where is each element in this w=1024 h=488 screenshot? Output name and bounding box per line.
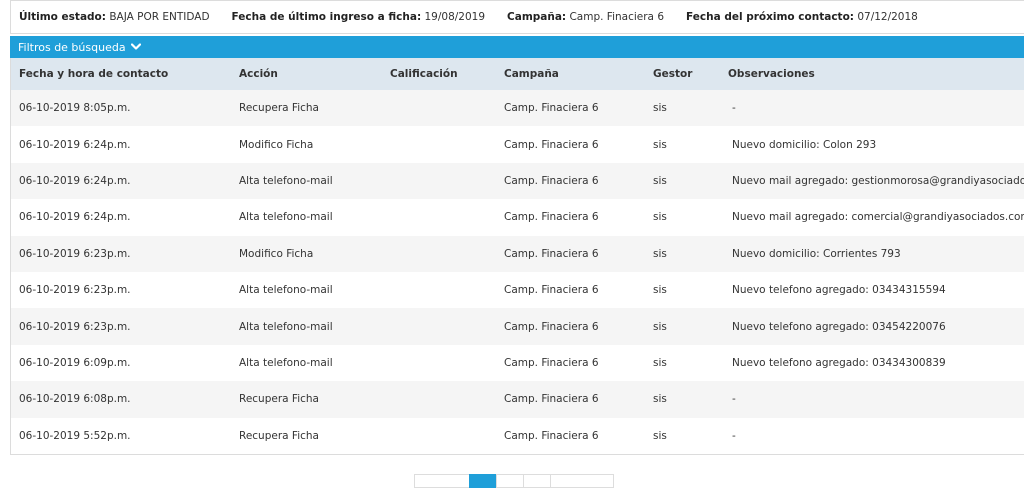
contact-history-table-wrapper: Fecha y hora de contacto Acción Califica… — [10, 58, 1024, 455]
table-row[interactable]: 06-10-2019 6:09p.m. Alta telefono-mail Cam… — [11, 344, 1024, 382]
cell-observaciones: - — [732, 102, 736, 115]
cell-fecha: 06-10-2019 6:24p.m. — [19, 211, 131, 224]
cell-calificacion — [382, 308, 496, 344]
cell-accion: Alta telefono-mail — [239, 320, 333, 333]
column-header-calificacion[interactable]: Calificación — [382, 58, 496, 90]
cell-fecha: 06-10-2019 6:09p.m. — [19, 356, 131, 369]
cell-campana: Camp. Finaciera 6 — [504, 356, 599, 369]
cell-gestor: sis — [653, 320, 667, 333]
cell-observaciones: Nuevo telefono agregado: 03434300839 — [732, 356, 946, 369]
table-row[interactable]: 06-10-2019 8:05p.m. Recupera Ficha Camp. F… — [11, 90, 1024, 127]
cell-fecha: 06-10-2019 6:23p.m. — [19, 320, 131, 333]
column-header-accion[interactable]: Acción — [231, 58, 382, 90]
cell-accion: Recupera Ficha — [239, 102, 319, 115]
cell-gestor: sis — [653, 393, 667, 406]
column-header-gestor[interactable]: Gestor — [645, 58, 720, 90]
cell-campana: Camp. Finaciera 6 — [504, 102, 599, 115]
table-body: 06-10-2019 8:05p.m. Recupera Ficha Camp. F… — [11, 90, 1024, 454]
cell-calificacion — [382, 345, 496, 381]
cell-gestor: sis — [653, 102, 667, 115]
cell-campana: Camp. Finaciera 6 — [504, 284, 599, 297]
cell-calificacion — [382, 236, 496, 272]
table-row[interactable]: 06-10-2019 6:24p.m. Alta telefono-mail Cam… — [11, 162, 1024, 200]
cell-gestor: sis — [653, 284, 667, 297]
cell-gestor: sis — [653, 356, 667, 369]
cell-accion: Modifico Ficha — [239, 247, 314, 260]
cell-calificacion — [382, 126, 496, 162]
cell-fecha: 06-10-2019 6:24p.m. — [19, 138, 131, 151]
history-panel: Último estado: BAJA POR ENTIDAD Fecha de… — [10, 0, 1024, 488]
pagination — [414, 474, 614, 488]
cell-observaciones: - — [732, 429, 736, 442]
cell-calificacion — [382, 418, 496, 454]
search-filters-toggle[interactable]: Filtros de búsqueda — [10, 36, 1024, 58]
cell-fecha: 06-10-2019 6:23p.m. — [19, 247, 131, 260]
cell-accion: Alta telefono-mail — [239, 284, 333, 297]
cell-accion: Alta telefono-mail — [239, 211, 333, 224]
cell-accion: Alta telefono-mail — [239, 174, 333, 187]
pagination-page-button[interactable] — [523, 474, 550, 488]
cell-gestor: sis — [653, 138, 667, 151]
pagination-page-current[interactable] — [469, 474, 496, 488]
cell-gestor: sis — [653, 174, 667, 187]
table-header-row: Fecha y hora de contacto Acción Califica… — [11, 58, 1024, 90]
status-ultimo-ingreso: Fecha de último ingreso a ficha: 19/08/2… — [231, 11, 486, 23]
column-header-observaciones[interactable]: Observaciones — [720, 58, 1024, 90]
cell-campana: Camp. Finaciera 6 — [504, 247, 599, 260]
cell-gestor: sis — [653, 247, 667, 260]
cell-campana: Camp. Finaciera 6 — [504, 174, 599, 187]
cell-gestor: sis — [653, 211, 667, 224]
cell-calificacion — [382, 90, 496, 126]
table-row[interactable]: 06-10-2019 6:24p.m. Modifico Ficha Camp. F… — [11, 126, 1024, 163]
cell-fecha: 06-10-2019 6:08p.m. — [19, 393, 131, 406]
table-row[interactable]: 06-10-2019 6:23p.m. Alta telefono-mail Cam… — [11, 308, 1024, 345]
cell-fecha: 06-10-2019 6:23p.m. — [19, 284, 131, 297]
cell-campana: Camp. Finaciera 6 — [504, 320, 599, 333]
cell-calificacion — [382, 163, 496, 199]
cell-fecha: 06-10-2019 8:05p.m. — [19, 102, 131, 115]
cell-observaciones: Nuevo domicilio: Colon 293 — [732, 138, 877, 151]
cell-campana: Camp. Finaciera 6 — [504, 393, 599, 406]
cell-observaciones: Nuevo mail agregado: comercial@grandiyas… — [732, 211, 1024, 224]
status-estado: Último estado: BAJA POR ENTIDAD — [19, 11, 210, 23]
table-row[interactable]: 06-10-2019 6:23p.m. Modifico Ficha Camp. F… — [11, 235, 1024, 272]
cell-calificacion — [382, 199, 496, 235]
status-proximo-contacto: Fecha del próximo contacto: 07/12/2018 — [686, 11, 918, 23]
cell-accion: Recupera Ficha — [239, 429, 319, 442]
table-row[interactable]: 06-10-2019 6:24p.m. Alta telefono-mail Cam… — [11, 199, 1024, 236]
table-row[interactable]: 06-10-2019 5:52p.m. Recupera Ficha Camp. F… — [11, 417, 1024, 454]
cell-observaciones: Nuevo telefono agregado: 03434315594 — [732, 284, 946, 297]
cell-observaciones: Nuevo domicilio: Corrientes 793 — [732, 247, 901, 260]
search-filters-label: Filtros de búsqueda — [18, 40, 126, 54]
cell-accion: Modifico Ficha — [239, 138, 314, 151]
cell-accion: Recupera Ficha — [239, 393, 319, 406]
pagination-page-button[interactable] — [496, 474, 523, 488]
cell-observaciones: - — [732, 393, 736, 406]
pagination-prev-button[interactable] — [414, 474, 469, 488]
cell-fecha: 06-10-2019 5:52p.m. — [19, 429, 131, 442]
cell-fecha: 06-10-2019 6:24p.m. — [19, 174, 131, 187]
cell-campana: Camp. Finaciera 6 — [504, 429, 599, 442]
cell-gestor: sis — [653, 429, 667, 442]
status-bar: Último estado: BAJA POR ENTIDAD Fecha de… — [10, 0, 1024, 34]
cell-calificacion — [382, 272, 496, 308]
cell-campana: Camp. Finaciera 6 — [504, 211, 599, 224]
chevron-down-icon — [130, 43, 141, 50]
cell-calificacion — [382, 381, 496, 417]
column-header-fecha[interactable]: Fecha y hora de contacto — [11, 58, 231, 90]
cell-accion: Alta telefono-mail — [239, 356, 333, 369]
table-row[interactable]: 06-10-2019 6:08p.m. Recupera Ficha Camp. F… — [11, 381, 1024, 418]
status-campana: Campaña: Camp. Finaciera 6 — [507, 11, 665, 23]
cell-observaciones: Nuevo telefono agregado: 03454220076 — [732, 320, 946, 333]
contact-history-table: Fecha y hora de contacto Acción Califica… — [11, 58, 1024, 454]
column-header-campana[interactable]: Campaña — [496, 58, 645, 90]
pagination-next-button[interactable] — [550, 474, 614, 488]
cell-campana: Camp. Finaciera 6 — [504, 138, 599, 151]
cell-observaciones: Nuevo mail agregado: gestionmorosa@grand… — [732, 174, 1024, 187]
table-row[interactable]: 06-10-2019 6:23p.m. Alta telefono-mail Cam… — [11, 271, 1024, 309]
